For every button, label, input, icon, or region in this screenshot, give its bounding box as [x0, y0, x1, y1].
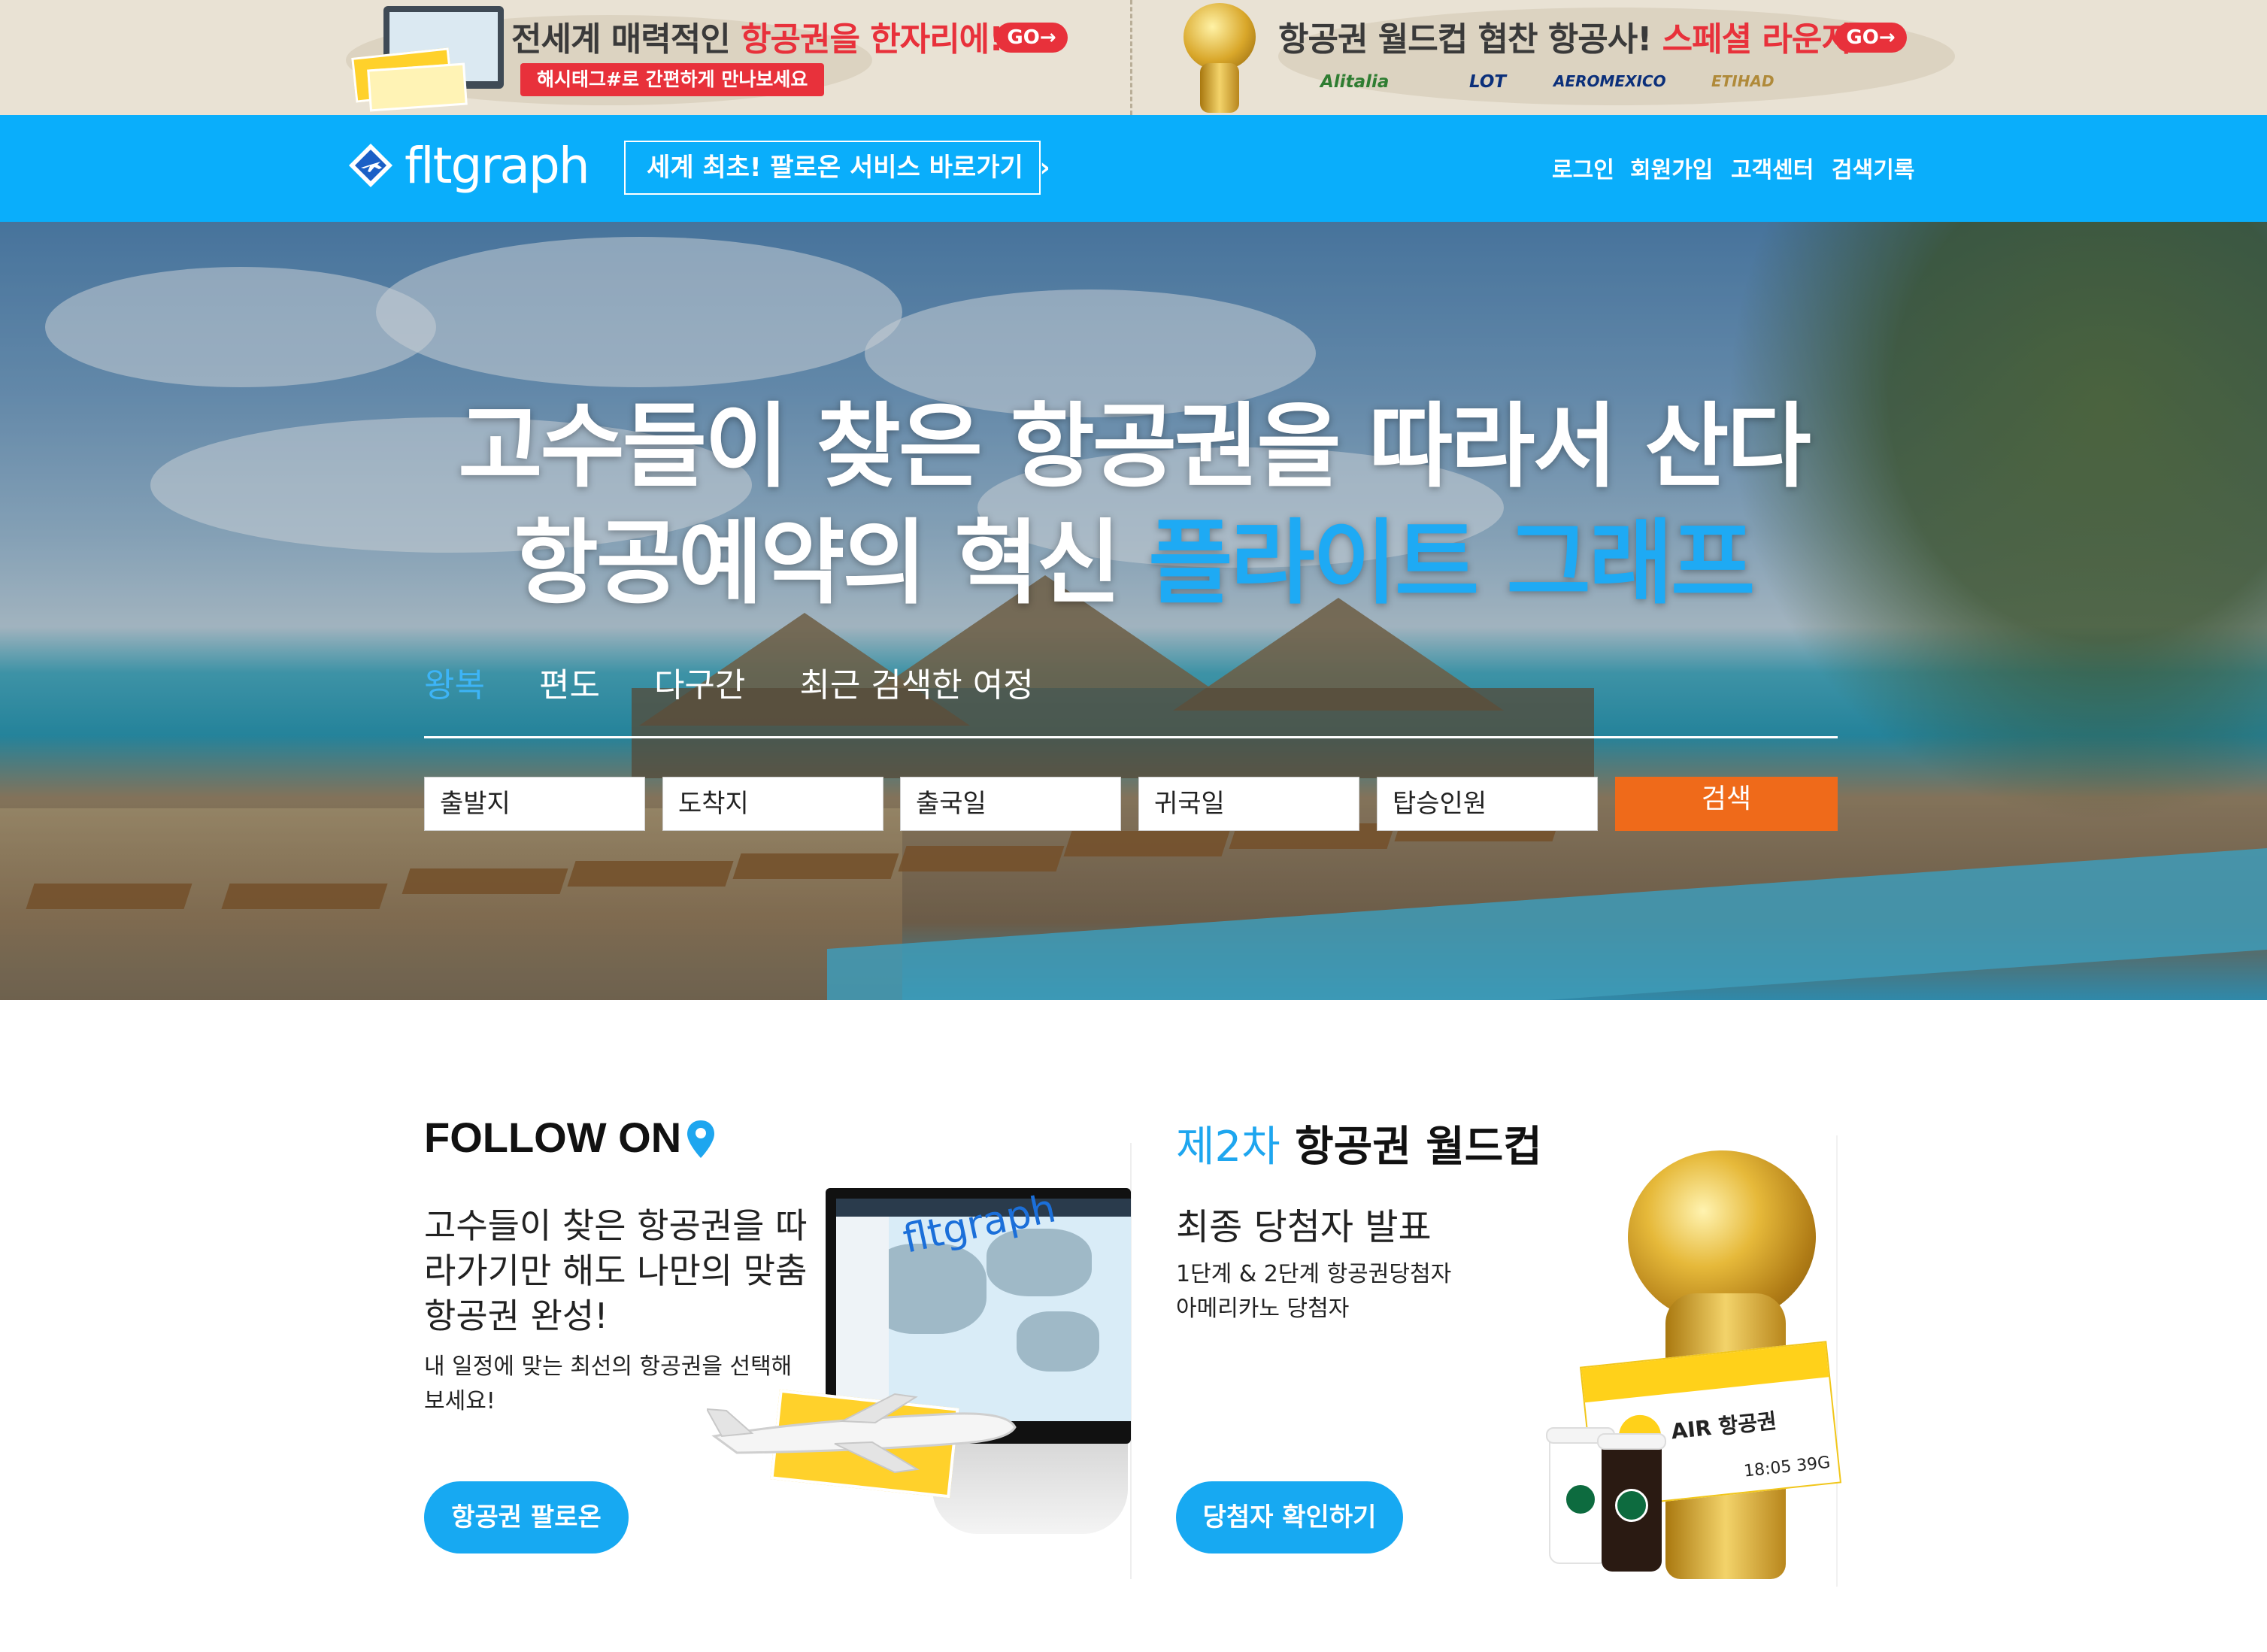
- hero-headline-line1: 고수들이 찾은 항공권을 따라서 산다: [458, 393, 1811, 500]
- iced-coffee-icon: [1597, 1433, 1666, 1572]
- ad-left-title: 전세계 매력적인 항공권을 한자리에!: [511, 20, 1004, 59]
- worldcup-title: 제2차 항공권 월드컵: [1176, 1123, 1542, 1172]
- follow-on-button[interactable]: 항공권 팔로온: [424, 1481, 629, 1553]
- ad-left-go-button[interactable]: GO→: [996, 23, 1068, 53]
- tab-round-trip[interactable]: 왕복: [424, 658, 485, 705]
- origin-field[interactable]: 출발지: [424, 777, 645, 831]
- tabs-divider: [424, 736, 1838, 738]
- hero-section: 고수들이 찾은 항공권을 따라서 산다 항공예약의 혁신 플라이트 그래프 왕복…: [0, 222, 2267, 1000]
- nav-customer-center[interactable]: 고객센터: [1731, 151, 1814, 184]
- card-edge: [1836, 1135, 1838, 1587]
- tab-multi-city[interactable]: 다구간: [654, 658, 745, 705]
- ad-right[interactable]: 항공권 월드컵 협찬 항공사! 스페셜 라운지 GO→ Alitalia LOT…: [1132, 0, 2267, 115]
- follow-on-headline: 고수들이 찾은 항공권을 따라가기만 해도 나만의 맞춤 항공권 완성!: [424, 1205, 808, 1336]
- check-winners-button[interactable]: 당첨자 확인하기: [1176, 1481, 1403, 1553]
- airline-logo-aeromexico: AEROMEXICO: [1553, 72, 1666, 90]
- ad-left[interactable]: 전세계 매력적인 항공권을 한자리에! GO→ 해시태그#로 간편하게 만나보세…: [0, 0, 1128, 115]
- laptop-ticket-illustration: [351, 6, 511, 112]
- promo-cards: [0, 1000, 2267, 1652]
- destination-field[interactable]: 도착지: [662, 777, 883, 831]
- follow-service-button[interactable]: 세계 최초! 팔로온 서비스 바로가기 ›: [624, 141, 1050, 195]
- ad-left-hashtag: 해시태그#로 간편하게 만나보세요: [520, 63, 825, 96]
- logo-text: fltgraph: [405, 136, 590, 195]
- passengers-field[interactable]: 탑승인원: [1377, 777, 1598, 831]
- site-header: fltgraph 세계 최초! 팔로온 서비스 바로가기 › 로그인 회원가입 …: [0, 115, 2267, 222]
- tab-one-way[interactable]: 편도: [539, 658, 600, 705]
- chevron-right-icon: ›: [1039, 153, 1050, 183]
- airplane-icon: [707, 1393, 1017, 1474]
- site-logo[interactable]: fltgraph: [347, 132, 590, 199]
- search-button[interactable]: 검색: [1615, 777, 1838, 831]
- ad-right-title: 항공권 월드컵 협찬 항공사! 스페셜 라운지: [1278, 20, 1852, 59]
- trophy-icon: [1177, 3, 1260, 113]
- airline-logo-etihad: ETIHAD: [1711, 72, 1775, 90]
- map-pin-icon: [686, 1119, 716, 1159]
- worldcup-subtext: 1단계 & 2단계 항공권당첨자 아메리카노 당첨자: [1176, 1261, 1452, 1322]
- depart-date-field[interactable]: 출국일: [900, 777, 1121, 831]
- ad-banner: 전세계 매력적인 항공권을 한자리에! GO→ 해시태그#로 간편하게 만나보세…: [0, 0, 2267, 115]
- airline-logo-lot: LOT: [1469, 72, 1507, 92]
- airplane-diamond-icon: [347, 142, 394, 189]
- ad-right-go-button[interactable]: GO→: [1835, 23, 1907, 53]
- nav-search-history[interactable]: 검색기록: [1832, 151, 1914, 184]
- worldcup-headline: 최종 당첨자 발표: [1176, 1206, 1432, 1248]
- trip-type-tabs: 왕복 편도 다구간 최근 검색한 여정: [424, 658, 1088, 705]
- return-date-field[interactable]: 귀국일: [1138, 777, 1359, 831]
- hero-headline-line2: 항공예약의 혁신 플라이트 그래프: [514, 510, 1756, 617]
- nav-signup[interactable]: 회원가입: [1630, 151, 1713, 184]
- follow-service-label: 세계 최초! 팔로온 서비스 바로가기: [647, 153, 1023, 183]
- coffee-cup-icon: [1546, 1427, 1615, 1564]
- nav-login[interactable]: 로그인: [1552, 151, 1614, 184]
- tab-recent-searches[interactable]: 최근 검색한 여정: [799, 658, 1033, 705]
- airline-logo-alitalia: Alitalia: [1320, 72, 1390, 92]
- follow-on-title: FOLLOW ON: [424, 1114, 682, 1161]
